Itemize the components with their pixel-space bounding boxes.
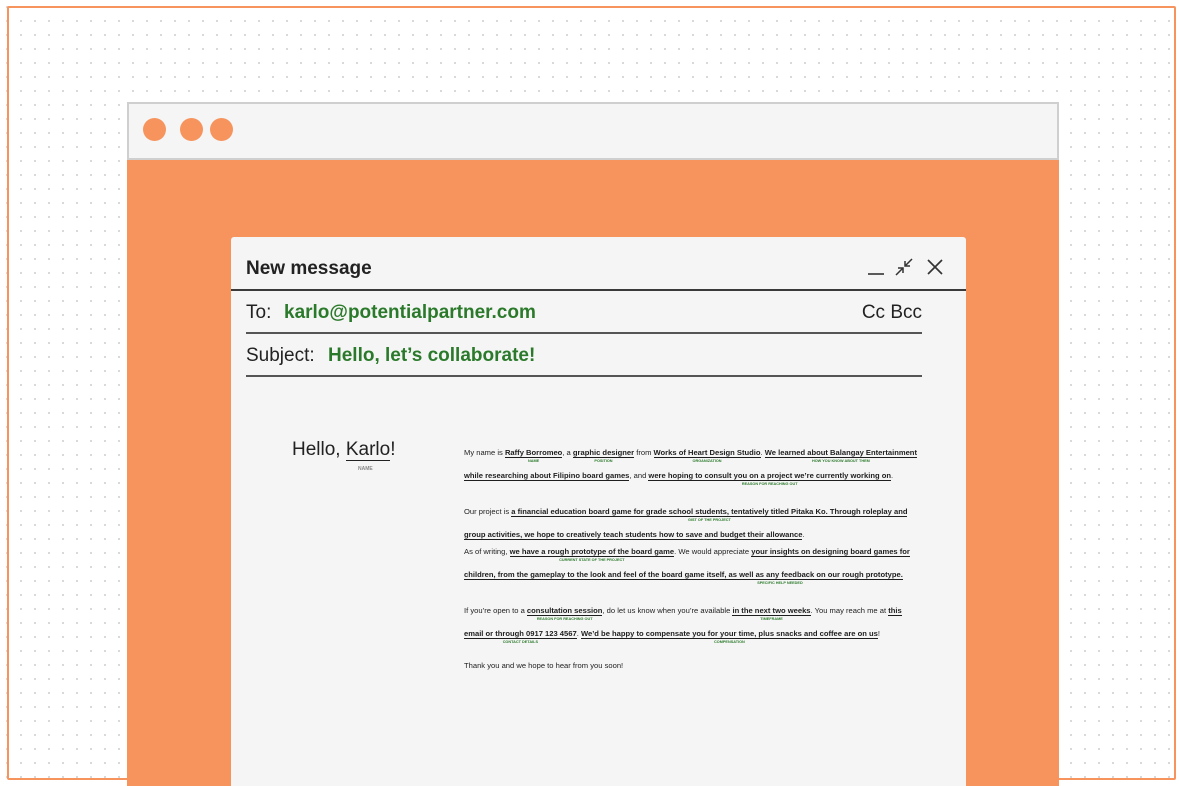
compose-window: New message To: karlo@potentialpartner.c…: [231, 237, 966, 786]
text: If you’re open to a: [464, 606, 527, 615]
paragraph-project: Our project is a financial education boa…: [464, 507, 924, 540]
sender-name: Raffy Borromeo NAME: [504, 448, 563, 463]
greeting: Hello, Karlo!: [292, 439, 396, 461]
subject-field[interactable]: Hello, let’s collaborate!: [328, 345, 535, 367]
text: Works of Heart Design Studio: [653, 448, 761, 457]
text: .: [802, 530, 805, 539]
text: , do let us know when you’re available: [602, 606, 733, 615]
paragraph-request: If you’re open to a consultation session…: [464, 606, 924, 644]
browser-titlebar: [127, 102, 1059, 160]
how-you-know: We learned about Balangay Entertainment H…: [764, 448, 917, 463]
to-row[interactable]: To: karlo@potentialpartner.com Cc Bcc: [246, 292, 922, 334]
cc-bcc-button[interactable]: Cc Bcc: [862, 302, 922, 324]
text: We learned about Balangay Entertainment: [764, 448, 917, 457]
greeting-name-tag: NAME: [358, 466, 373, 472]
compose-header: New message: [231, 237, 966, 291]
text: . We would appreciate: [674, 547, 752, 556]
help-needed: your insights on designing board games f…: [751, 547, 910, 557]
text: in the next two weeks: [732, 606, 811, 615]
text: children, from the gameplay to the look …: [464, 570, 903, 579]
message-body[interactable]: My name is Raffy Borromeo NAME , a graphic…: [464, 448, 924, 671]
text: group activities, we hope to creatively …: [464, 530, 803, 539]
annotation-tag: SPECIFIC HELP NEEDED: [757, 581, 803, 585]
reason-for-reaching-out: were hoping to consult you on a project …: [648, 471, 892, 486]
greeting-suffix: !: [390, 439, 396, 460]
project-gist-cont: group activities, we hope to creatively …: [464, 530, 803, 540]
subject-label: Subject:: [246, 345, 315, 366]
window-close-dot[interactable]: [143, 118, 166, 141]
text: a financial education board game for gra…: [511, 507, 908, 516]
project-gist: a financial education board game for gra…: [511, 507, 908, 522]
greeting-name: Karlo: [345, 439, 391, 461]
annotation-tag: HOW YOU KNOW ABOUT THEM: [811, 459, 870, 463]
text: Raffy Borromeo: [504, 448, 563, 457]
help-needed-cont: children, from the gameplay to the look …: [464, 570, 903, 585]
annotation-tag: REASON FOR REACHING OUT: [536, 617, 593, 621]
annotation-tag: CURRENT STATE OF THE PROJECT: [559, 558, 625, 562]
text: email or through 0917 123 4567: [464, 629, 577, 638]
sender-organization: Works of Heart Design Studio ORGANIZATION: [653, 448, 761, 463]
timeframe: in the next two weeks TIMEFRAME: [732, 606, 811, 621]
annotation-tag: CONTACT DETAILS: [502, 640, 538, 644]
greeting-prefix: Hello,: [292, 439, 346, 460]
text: Our project is: [464, 507, 512, 516]
sender-position: graphic designer POSITION: [572, 448, 635, 463]
contact-details-cont: email or through 0917 123 4567 CONTACT DE…: [464, 629, 577, 644]
consultation-session: consultation session REASON FOR REACHING …: [526, 606, 603, 621]
annotation-tag: TIMEFRAME: [760, 617, 783, 621]
text: We’d be happy to compensate you for your…: [580, 629, 878, 638]
text: !: [877, 629, 880, 638]
paragraph-intro: My name is Raffy Borromeo NAME , a graphic…: [464, 448, 924, 486]
text: .: [891, 471, 894, 480]
paragraph-status: As of writing, we have a rough prototype…: [464, 547, 924, 585]
how-you-know-cont: while researching about Filipino board g…: [464, 471, 630, 481]
subject-row[interactable]: Subject: Hello, let’s collaborate!: [246, 335, 922, 377]
window-minimize-dot[interactable]: [180, 118, 203, 141]
text: were hoping to consult you on a project …: [648, 471, 892, 480]
window-maximize-dot[interactable]: [210, 118, 233, 141]
to-label: To:: [246, 302, 272, 323]
text: consultation session: [526, 606, 603, 615]
text: , and: [629, 471, 649, 480]
to-field[interactable]: karlo@potentialpartner.com: [284, 302, 536, 324]
annotation-tag: REASON FOR REACHING OUT: [741, 482, 798, 486]
text: we have a rough prototype of the board g…: [509, 547, 675, 556]
text: this: [888, 606, 902, 615]
text: , a: [562, 448, 573, 457]
browser-window: New message To: karlo@potentialpartner.c…: [127, 102, 1059, 786]
compensation: We’d be happy to compensate you for your…: [580, 629, 878, 644]
text: from: [634, 448, 654, 457]
annotation-tag: NAME: [528, 459, 540, 463]
project-state: we have a rough prototype of the board g…: [509, 547, 675, 562]
close-icon[interactable]: [924, 256, 946, 278]
text: graphic designer: [572, 448, 635, 457]
annotation-tag: COMPENSATION: [714, 640, 745, 644]
minimize-icon[interactable]: [865, 256, 887, 278]
text: your insights on designing board games f…: [751, 547, 910, 556]
text: while researching about Filipino board g…: [464, 471, 630, 480]
contact-details: this: [888, 606, 902, 616]
paragraph-closing: Thank you and we hope to hear from you s…: [464, 661, 624, 670]
text: . You may reach me at: [810, 606, 889, 615]
annotation-tag: POSITION: [594, 459, 613, 463]
annotation-tag: ORGANIZATION: [692, 459, 722, 463]
shrink-icon[interactable]: [893, 256, 915, 278]
compose-title: New message: [246, 258, 372, 279]
text: As of writing,: [464, 547, 510, 556]
annotation-tag: GIST OF THE PROJECT: [687, 518, 731, 522]
text: My name is: [464, 448, 505, 457]
